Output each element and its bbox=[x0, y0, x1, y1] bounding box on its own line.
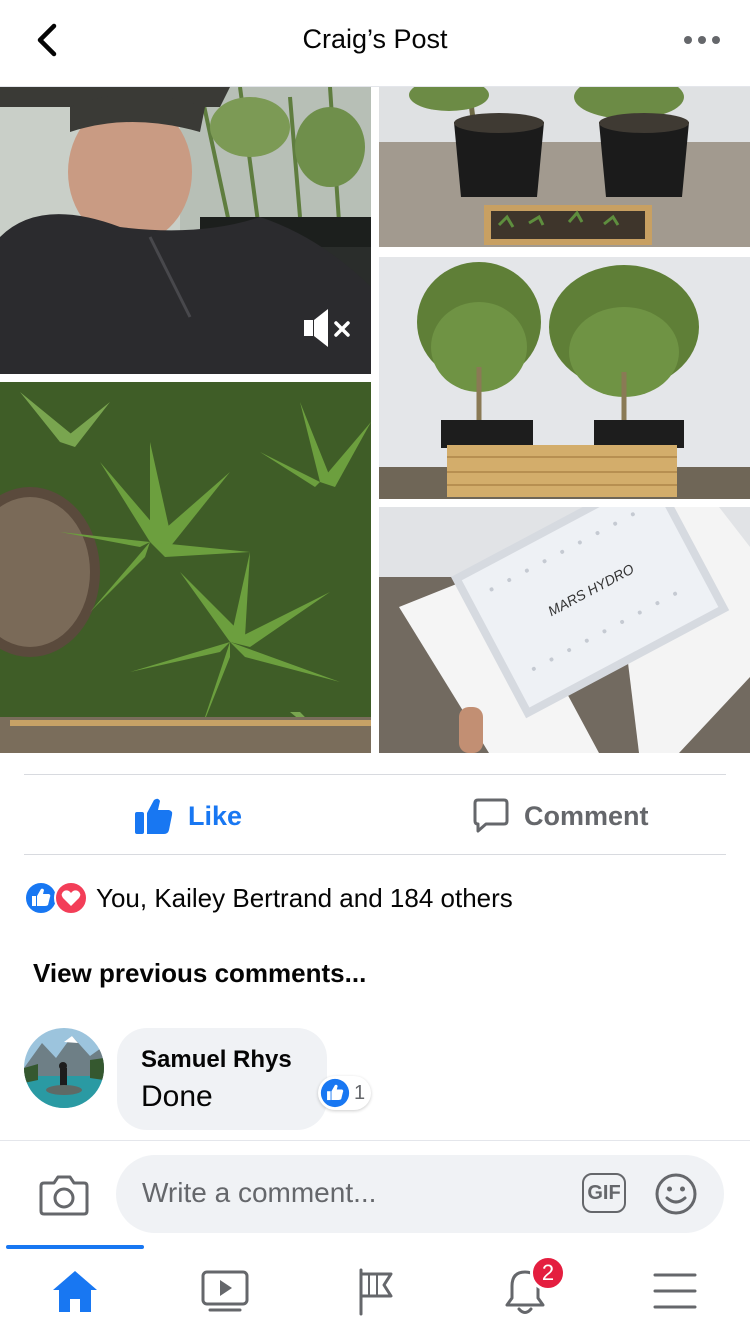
video-thumbnail[interactable] bbox=[0, 87, 371, 374]
comment-like-count: 1 bbox=[354, 1081, 366, 1104]
comment-reaction-count[interactable]: 1 bbox=[318, 1076, 372, 1110]
home-icon bbox=[53, 1271, 97, 1312]
photo-leaves-closeup[interactable] bbox=[0, 382, 371, 753]
tab-watch[interactable] bbox=[195, 1265, 255, 1317]
top-bar: Craig’s Post bbox=[0, 0, 750, 87]
divider-top bbox=[24, 774, 726, 775]
reactions-summary[interactable]: You, Kailey Bertrand and 184 others bbox=[24, 878, 513, 918]
more-dots-icon[interactable] bbox=[682, 28, 722, 52]
camera-icon[interactable] bbox=[38, 1173, 90, 1217]
comment-input-placeholder: Write a comment... bbox=[142, 1177, 377, 1208]
active-tab-indicator bbox=[6, 1245, 144, 1249]
notifications-badge: 2 bbox=[530, 1255, 566, 1291]
video-play-icon bbox=[201, 1270, 249, 1312]
photo-plants-wooden-box[interactable] bbox=[379, 257, 750, 499]
comment-input[interactable]: Write a comment... GIF bbox=[116, 1155, 724, 1233]
avatar[interactable] bbox=[24, 1028, 104, 1108]
comment-button[interactable]: Comment bbox=[472, 790, 649, 842]
page-title: Craig’s Post bbox=[302, 24, 448, 54]
gif-button[interactable]: GIF bbox=[582, 1173, 626, 1213]
comment-bubble[interactable]: Samuel Rhys Done bbox=[117, 1028, 327, 1130]
like-label: Like bbox=[188, 800, 243, 831]
bottom-tab-bar: 2 bbox=[0, 1245, 750, 1334]
divider-bottom bbox=[24, 854, 726, 855]
photo-grid: MARS HYDRO bbox=[0, 87, 750, 753]
tab-home[interactable] bbox=[45, 1265, 105, 1317]
like-button[interactable]: Like bbox=[134, 790, 242, 842]
photo-led-grow-light[interactable]: MARS HYDRO bbox=[379, 507, 750, 753]
volume-muted-icon[interactable] bbox=[300, 305, 354, 351]
view-previous-comments[interactable]: View previous comments... bbox=[33, 958, 366, 989]
tab-menu[interactable] bbox=[645, 1265, 705, 1317]
comment-bubble-icon bbox=[473, 798, 509, 833]
menu-icon bbox=[653, 1273, 697, 1309]
love-reaction-icon bbox=[54, 881, 88, 915]
flag-icon bbox=[359, 1268, 393, 1316]
thumbs-up-icon bbox=[135, 798, 173, 834]
emoji-icon[interactable] bbox=[654, 1172, 698, 1216]
comment-author[interactable]: Samuel Rhys bbox=[141, 1046, 292, 1074]
comment-label: Comment bbox=[524, 800, 649, 831]
like-reaction-icon bbox=[24, 881, 58, 915]
tab-pages[interactable] bbox=[345, 1265, 405, 1317]
photo-plants-seed-tray[interactable] bbox=[379, 87, 750, 247]
like-reaction-icon bbox=[320, 1078, 350, 1108]
comment-text: Done bbox=[141, 1080, 213, 1113]
comment-composer: Write a comment... GIF bbox=[0, 1140, 750, 1246]
reactions-text: You, Kailey Bertrand and 184 others bbox=[96, 882, 513, 913]
